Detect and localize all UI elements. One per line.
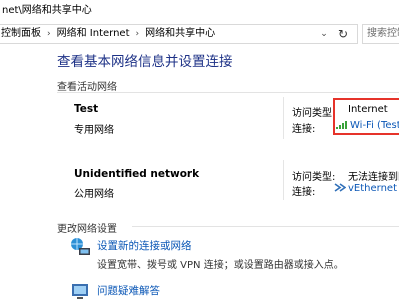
troubleshoot-link[interactable]: 问题疑难解答: [97, 283, 160, 298]
network-name: Test: [74, 103, 99, 115]
address-row: 控制面板›网络和 Internet›网络和共享中心 ⌄ ↻ 搜索控制面: [0, 23, 399, 45]
highlight-box: [333, 98, 399, 135]
refresh-icon[interactable]: ↻: [335, 25, 351, 43]
chevron-right-icon[interactable]: ›: [42, 25, 56, 43]
setup-new-connection-link[interactable]: 设置新的连接或网络: [97, 238, 192, 253]
access-type-value: 无法连接到网: [348, 172, 399, 183]
connection-label: 连接:: [292, 124, 316, 135]
ethernet-connection-link[interactable]: vEthernet (De: [334, 183, 399, 194]
window-title: net\网络和共享中心: [0, 0, 399, 22]
breadcrumb-network-internet[interactable]: 网络和 Internet: [56, 25, 131, 43]
network-name: Unidentified network: [74, 168, 200, 180]
change-settings-label: 更改网络设置: [57, 224, 117, 235]
access-type-label: 访问类型:: [292, 108, 336, 119]
divider: [283, 160, 284, 200]
troubleshoot-icon: [72, 284, 88, 299]
divider: [57, 92, 399, 93]
breadcrumb-control-panel[interactable]: 控制面板: [0, 25, 42, 43]
chevron-down-icon[interactable]: ⌄: [318, 25, 330, 43]
divider: [132, 226, 399, 227]
page-title: 查看基本网络信息并设置连接: [57, 54, 233, 70]
access-type-label: 访问类型:: [292, 172, 336, 183]
divider: [283, 97, 284, 139]
network-type: 公用网络: [74, 189, 114, 200]
address-bar[interactable]: 控制面板 › 网络和 Internet › 网络和共享中心 ⌄ ↻: [0, 24, 358, 44]
chevron-right-icon[interactable]: ›: [131, 25, 145, 43]
connection-label: 连接:: [292, 187, 316, 198]
search-input[interactable]: 搜索控制面: [362, 24, 399, 44]
network-type: 专用网络: [74, 125, 114, 136]
active-networks-label: 查看活动网络: [57, 82, 117, 93]
task-description: 设置宽带、拨号或 VPN 连接；或设置路由器或接入点。: [97, 260, 344, 271]
connection-value[interactable]: vEthernet (De: [348, 183, 399, 194]
network-setup-icon: [71, 238, 90, 255]
ethernet-icon: [334, 183, 346, 192]
breadcrumb-network-sharing-center[interactable]: 网络和共享中心: [144, 25, 216, 43]
